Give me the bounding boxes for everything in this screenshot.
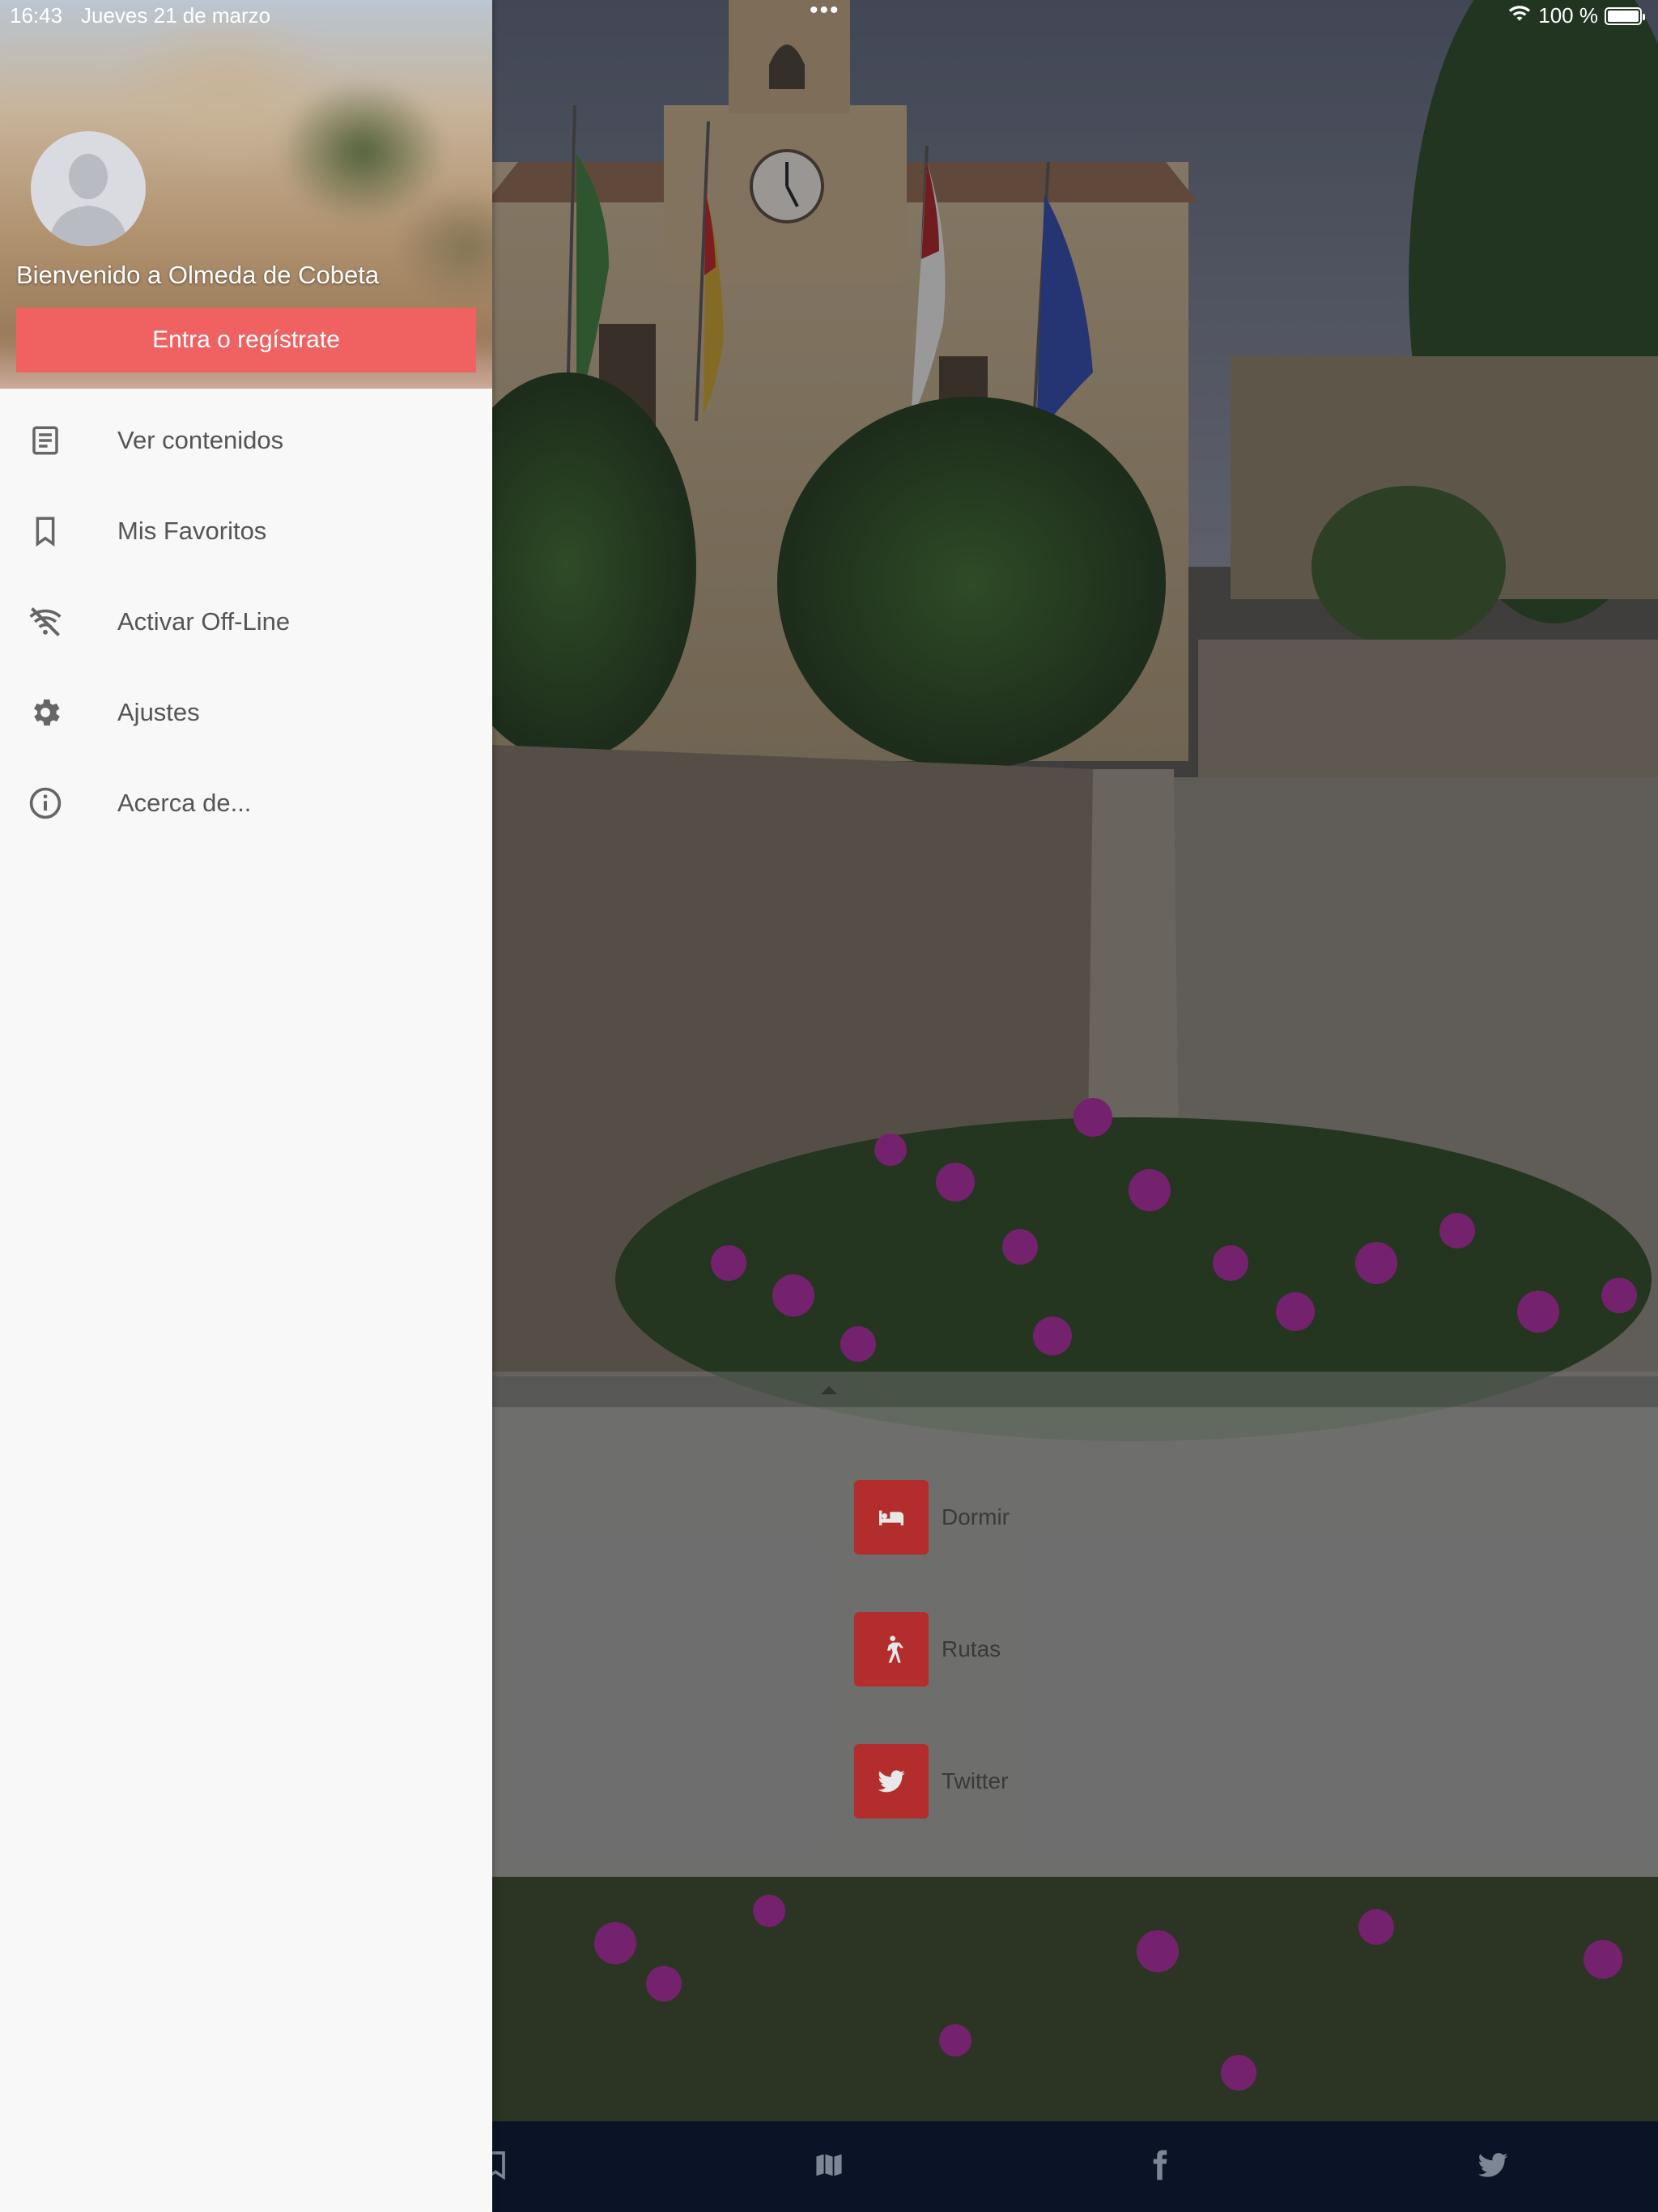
action-dormir[interactable]: Dormir: [854, 1480, 1010, 1555]
bed-icon: [854, 1480, 929, 1555]
drawer-header: Bienvenido a Olmeda de Cobeta Entra o re…: [0, 0, 492, 389]
menu-label: Activar Off-Line: [117, 607, 291, 636]
action-label: Rutas: [942, 1636, 1001, 1661]
navigation-drawer: Bienvenido a Olmeda de Cobeta Entra o re…: [0, 0, 492, 2212]
login-register-button[interactable]: Entra o regístrate: [16, 308, 476, 372]
hiking-icon: [854, 1612, 929, 1687]
tab-twitter[interactable]: [1470, 2144, 1516, 2189]
multitasking-dots-icon[interactable]: •••: [810, 0, 840, 24]
caret-up-icon[interactable]: [821, 1386, 837, 1394]
tab-map[interactable]: [806, 2144, 852, 2189]
info-icon: [26, 784, 65, 823]
action-twitter[interactable]: Twitter: [854, 1744, 1008, 1819]
menu-label: Ver contenidos: [117, 426, 284, 454]
menu-label: Mis Favoritos: [117, 517, 267, 545]
action-rutas[interactable]: Rutas: [854, 1612, 1001, 1687]
quick-actions-sheet: [492, 1407, 1658, 1877]
gear-icon: [26, 693, 65, 732]
status-date: Jueves 21 de marzo: [81, 3, 271, 28]
battery-percent: 100 %: [1538, 3, 1598, 28]
twitter-icon: [1473, 2147, 1512, 2187]
menu-item-acerca-de[interactable]: Acerca de...: [0, 758, 492, 849]
map-icon: [811, 2147, 847, 2187]
status-bar: 16:43 Jueves 21 de marzo ••• 100 %: [0, 0, 1658, 32]
article-icon: [26, 421, 65, 460]
twitter-icon: [854, 1744, 929, 1819]
menu-label: Ajustes: [117, 698, 200, 726]
menu-label: Acerca de...: [117, 789, 252, 817]
tab-facebook[interactable]: [1137, 2144, 1182, 2189]
battery-icon: [1605, 6, 1645, 25]
sheet-handle-bar[interactable]: [492, 1372, 1658, 1407]
action-label: Dormir: [942, 1504, 1010, 1529]
facebook-icon: [1141, 2146, 1177, 2189]
menu-item-ver-contenidos[interactable]: Ver contenidos: [0, 395, 492, 486]
wifi-icon: [1507, 3, 1532, 28]
welcome-text: Bienvenido a Olmeda de Cobeta: [16, 261, 380, 289]
action-label: Twitter: [942, 1768, 1009, 1793]
wifi-off-icon: [26, 602, 65, 641]
avatar[interactable]: [31, 131, 146, 246]
menu-item-ajustes[interactable]: Ajustes: [0, 667, 492, 758]
status-time: 16:43: [10, 3, 63, 28]
status-right: 100 %: [1507, 3, 1645, 28]
menu-item-activar-offline[interactable]: Activar Off-Line: [0, 576, 492, 667]
menu-item-mis-favoritos[interactable]: Mis Favoritos: [0, 486, 492, 576]
bookmark-icon: [26, 512, 65, 551]
user-silhouette-icon: [49, 154, 128, 246]
